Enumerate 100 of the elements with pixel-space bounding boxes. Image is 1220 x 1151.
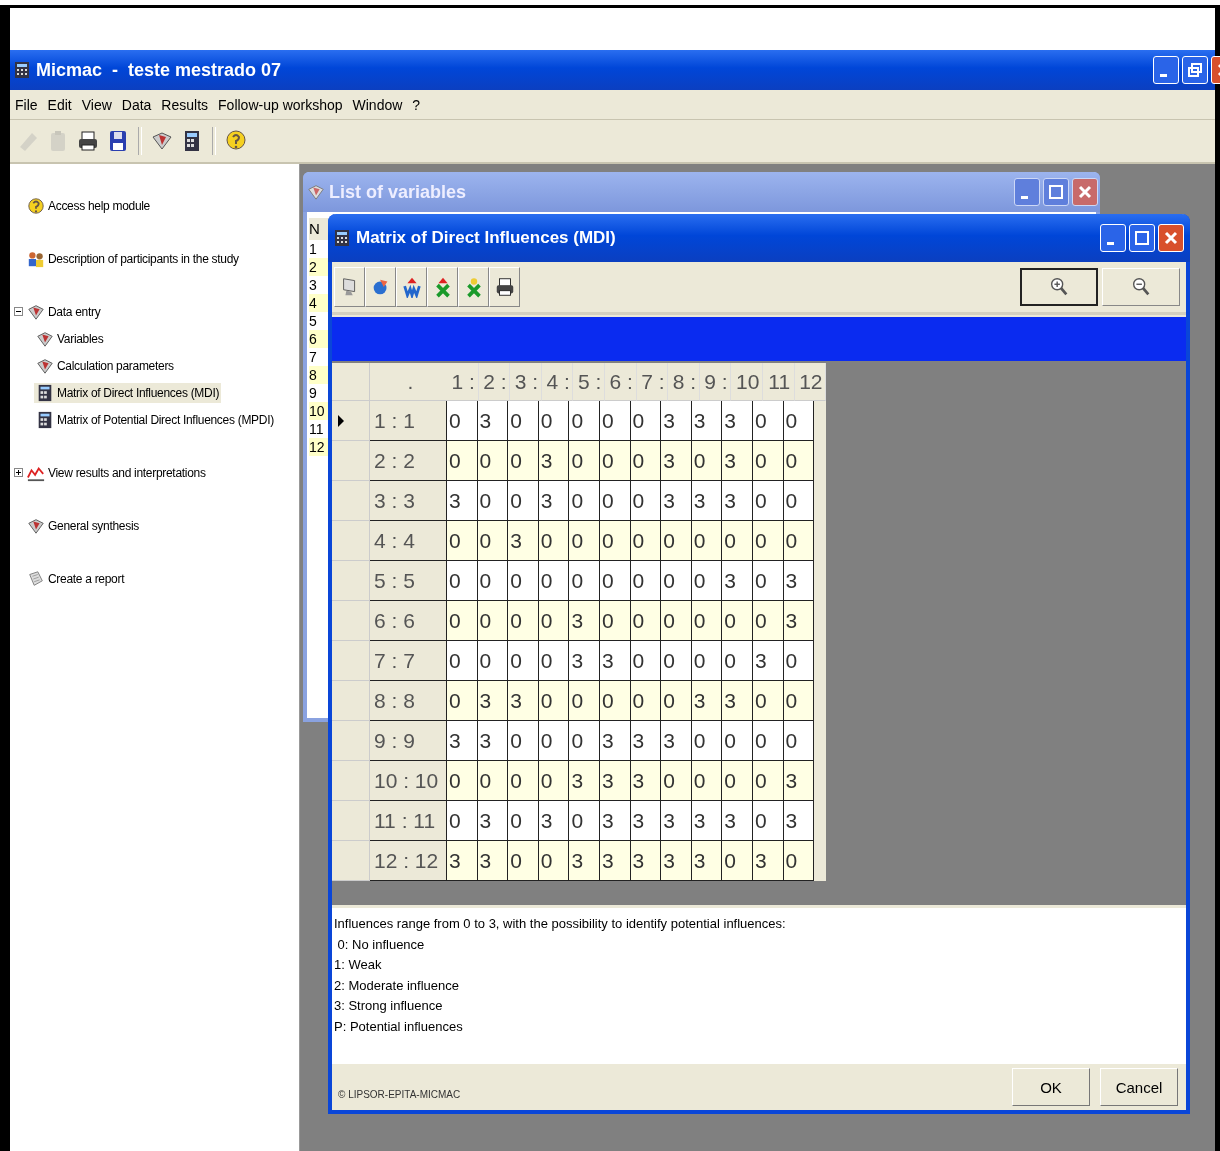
matrix-cell[interactable]: 3 (476, 721, 509, 761)
matrix-cell[interactable]: 0 (598, 601, 631, 641)
matrix-cell[interactable]: 0 (660, 641, 692, 681)
matrix-cell[interactable]: 3 (476, 841, 509, 881)
matrix-cell[interactable]: 3 (598, 841, 631, 881)
tree-item[interactable]: Description of participants in the study (25, 248, 241, 269)
zoom-in-button[interactable] (1020, 268, 1098, 306)
matrix-cell[interactable]: 3 (721, 801, 753, 841)
matrix-cell[interactable]: 0 (751, 801, 784, 841)
matrix-cell[interactable]: 3 (690, 841, 723, 881)
tree-item[interactable]: Access help module (25, 195, 152, 216)
matrix-cell[interactable]: 0 (568, 441, 600, 481)
matrix-cell[interactable]: 0 (537, 521, 570, 561)
matrix-cell[interactable]: 3 (721, 681, 753, 721)
matrix-cell[interactable]: 3 (598, 721, 631, 761)
matrix-cell[interactable]: 0 (751, 601, 784, 641)
matrix-cell[interactable]: 0 (782, 641, 815, 681)
zoom-out-button[interactable] (1102, 268, 1180, 306)
matrix-cell[interactable]: 0 (537, 841, 570, 881)
matrix-cell[interactable]: 3 (690, 681, 723, 721)
matrix-cell[interactable]: 0 (721, 601, 753, 641)
matrix-cell[interactable]: 3 (629, 761, 662, 801)
matrix-cell[interactable]: 3 (660, 841, 692, 881)
tree-item[interactable]: Matrix of Potential Direct Influences (MPDI) (34, 409, 276, 430)
matrix-cell[interactable]: 3 (721, 481, 753, 521)
matrix-cell[interactable]: 0 (660, 761, 692, 801)
matrix-cell[interactable]: 0 (476, 561, 509, 601)
matrix-cell[interactable]: 0 (537, 601, 570, 641)
matrix-cell[interactable]: 0 (507, 481, 539, 521)
menu-item[interactable]: View (81, 97, 112, 113)
matrix-cell[interactable]: 0 (751, 481, 784, 521)
w-arrow-button[interactable] (396, 267, 427, 307)
matrix-cell[interactable]: 0 (537, 641, 570, 681)
matrix-cell[interactable]: 3 (782, 561, 815, 601)
matrix-cell[interactable]: 0 (446, 521, 478, 561)
matrix-cell[interactable]: 3 (721, 561, 753, 601)
menu-item[interactable]: Edit (47, 97, 72, 113)
matrix-cell[interactable]: 0 (782, 521, 815, 561)
matrix-cell[interactable]: 0 (660, 561, 692, 601)
matrix-cell[interactable]: 0 (690, 521, 723, 561)
matrix-cell[interactable]: 3 (660, 801, 692, 841)
matrix-cell[interactable]: 3 (568, 841, 600, 881)
matrix-cell[interactable]: 0 (660, 521, 692, 561)
matrix-cell[interactable]: 0 (721, 721, 753, 761)
tree-item[interactable]: General synthesis (25, 515, 141, 536)
tree-item[interactable]: Calculation parameters (34, 355, 176, 376)
matrix-cell[interactable]: 0 (476, 601, 509, 641)
matrix-cell[interactable]: 0 (568, 401, 600, 441)
matrix-cell[interactable]: 3 (537, 481, 570, 521)
tree-item[interactable]: Create a report (25, 568, 127, 589)
matrix-cell[interactable]: 0 (476, 641, 509, 681)
matrix-cell[interactable]: 0 (568, 681, 600, 721)
matrix-cell[interactable]: 0 (476, 521, 509, 561)
matrix-cell[interactable]: 3 (537, 801, 570, 841)
matrix-cell[interactable]: 0 (598, 441, 631, 481)
restore-button[interactable] (1182, 56, 1208, 84)
matrix-cell[interactable]: 0 (507, 561, 539, 601)
matrix-cell[interactable]: 3 (537, 441, 570, 481)
matrix-cell[interactable]: 3 (446, 481, 478, 521)
printer-button[interactable] (489, 267, 520, 307)
matrix-cell[interactable]: 3 (690, 401, 723, 441)
matrix-cell[interactable]: 0 (476, 481, 509, 521)
matrix-cell[interactable]: 0 (446, 441, 478, 481)
matrix-cell[interactable]: 0 (751, 761, 784, 801)
matrix-cell[interactable]: 0 (751, 521, 784, 561)
tree-item[interactable]: Matrix of Direct Influences (MDI) (34, 382, 222, 403)
menu-item[interactable]: Results (161, 97, 209, 113)
matrix-cell[interactable]: 0 (537, 681, 570, 721)
matrix-cell[interactable]: 0 (721, 641, 753, 681)
matrix-cell[interactable]: 0 (446, 681, 478, 721)
matrix-cell[interactable]: 0 (751, 681, 784, 721)
matrix-cell[interactable]: 3 (629, 721, 662, 761)
matrix-cell[interactable]: 0 (568, 521, 600, 561)
matrix-cell[interactable]: 0 (690, 601, 723, 641)
matrix-cell[interactable]: 0 (751, 721, 784, 761)
menu-item[interactable]: Data (121, 97, 152, 113)
expander-icon[interactable] (14, 307, 25, 316)
matrix-cell[interactable]: 3 (446, 721, 478, 761)
matrix-cell[interactable]: 0 (446, 401, 478, 441)
matrix-cell[interactable]: 0 (751, 561, 784, 601)
matrix-cell[interactable]: 3 (507, 521, 539, 561)
matrix-cell[interactable]: 3 (507, 681, 539, 721)
matrix-cell[interactable]: 0 (537, 401, 570, 441)
row-selector[interactable] (332, 401, 370, 441)
matrix-cell[interactable]: 0 (446, 761, 478, 801)
minimize-button[interactable] (1014, 178, 1040, 206)
matrix-cell[interactable]: 3 (782, 801, 815, 841)
matrix-cell[interactable]: 0 (537, 561, 570, 601)
matrix-cell[interactable]: 3 (629, 801, 662, 841)
matrix-cell[interactable]: 0 (598, 521, 631, 561)
x-star-button[interactable] (458, 267, 489, 307)
matrix-cell[interactable]: 0 (568, 721, 600, 761)
monitor-button[interactable] (334, 267, 365, 307)
matrix-cell[interactable]: 0 (782, 401, 815, 441)
matrix-cell[interactable]: 0 (629, 681, 662, 721)
matrix-cell[interactable]: 0 (690, 721, 723, 761)
matrix-cell[interactable]: 3 (782, 601, 815, 641)
matrix-cell[interactable]: 0 (782, 681, 815, 721)
menu-item[interactable]: File (15, 97, 38, 113)
matrix-cell[interactable]: 3 (660, 481, 692, 521)
